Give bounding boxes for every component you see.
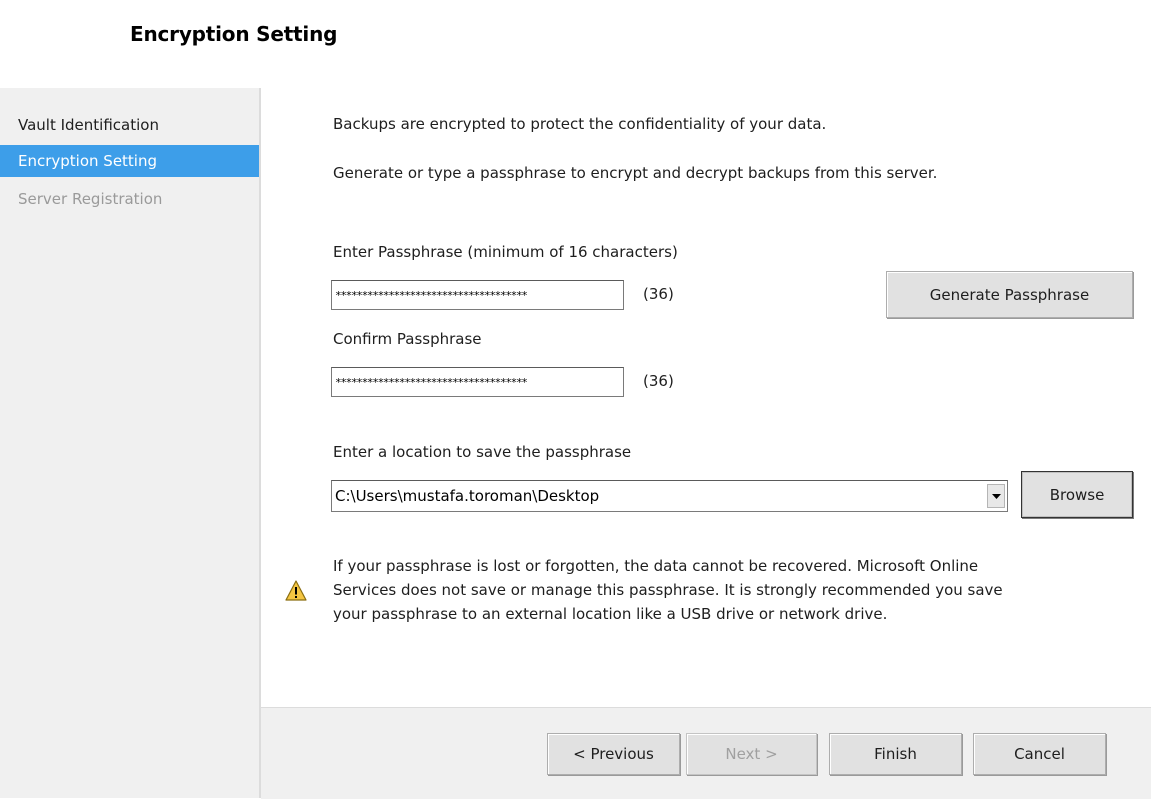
confirm-passphrase-label: Confirm Passphrase	[333, 330, 482, 348]
passphrase-input[interactable]	[331, 280, 624, 310]
sidebar-item-server-registration: Server Registration	[18, 190, 163, 208]
location-combobox-value: C:\Users\mustafa.toroman\Desktop	[335, 487, 600, 505]
location-combobox[interactable]: C:\Users\mustafa.toroman\Desktop	[331, 480, 1008, 512]
passphrase-label: Enter Passphrase (minimum of 16 characte…	[333, 243, 678, 261]
browse-button[interactable]: Browse	[1021, 471, 1133, 518]
next-button: Next >	[686, 733, 817, 775]
sidebar-item-encryption-setting[interactable]: Encryption Setting	[0, 145, 259, 177]
warning-text-line1: If your passphrase is lost or forgotten,…	[333, 557, 979, 575]
previous-button[interactable]: < Previous	[547, 733, 680, 775]
warning-text-line2: Services does not save or manage this pa…	[333, 581, 1003, 599]
wizard-steps-sidebar: Vault Identification Encryption Setting …	[0, 88, 261, 798]
page-title: Encryption Setting	[130, 22, 338, 46]
sidebar-item-vault-identification[interactable]: Vault Identification	[0, 109, 259, 141]
intro-text-confidentiality: Backups are encrypted to protect the con…	[333, 115, 827, 133]
generate-passphrase-button[interactable]: Generate Passphrase	[886, 271, 1133, 318]
warning-icon	[285, 580, 307, 602]
dropdown-arrow-icon[interactable]	[987, 484, 1005, 508]
location-label: Enter a location to save the passphrase	[333, 443, 632, 461]
confirm-passphrase-char-count: (36)	[643, 372, 674, 390]
intro-text-generate: Generate or type a passphrase to encrypt…	[333, 164, 938, 182]
passphrase-char-count: (36)	[643, 285, 674, 303]
wizard-header: Encryption Setting	[0, 0, 1151, 88]
finish-button[interactable]: Finish	[829, 733, 962, 775]
warning-text-line3: your passphrase to an external location …	[333, 605, 888, 623]
cancel-button[interactable]: Cancel	[973, 733, 1106, 775]
confirm-passphrase-input[interactable]	[331, 367, 624, 397]
